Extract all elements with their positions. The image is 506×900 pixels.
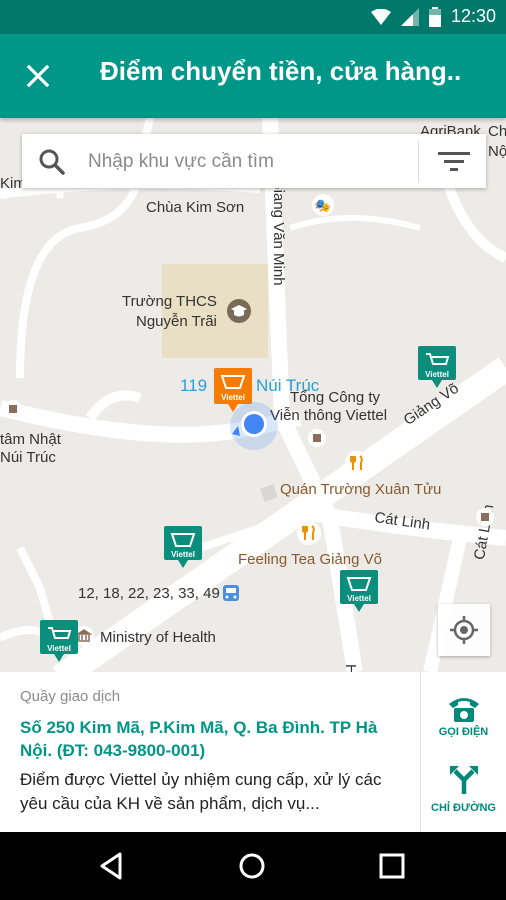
map-label-tong-cong-ty-2: Viễn thông Viettel [270,407,388,424]
status-time: 12:30 [450,6,496,26]
battery-icon [428,6,441,27]
close-button[interactable] [22,60,54,92]
map-label-quan-truong: Quán Trường Xuân Tửu [280,481,442,498]
signal-icon [400,7,419,26]
call-button[interactable]: GỌI ĐIỆN [421,672,506,750]
recents-button[interactable] [374,848,410,884]
store-info-card[interactable]: Quầy giao dịch Số 250 Kim Mã, P.Kim Mã, … [0,672,506,832]
map-label-tong-cong-ty-1: Tổng Công ty [290,389,381,406]
poi-square-icon-3[interactable] [476,508,494,526]
viettel-pin-1[interactable]: Viettel [416,344,458,397]
wifi-icon [370,8,391,25]
map-label-agribank-suffix2: Nộ [488,143,506,160]
filter-icon [438,152,470,171]
viettel-pin-2-label: Viettel [171,550,195,559]
restaurant-icon-2[interactable] [296,520,322,546]
map-label-feeling-tea: Feeling Tea Giảng Võ [238,551,382,568]
map-label-store-number: 119 [180,376,208,395]
page-title: Điểm chuyển tiền, cửa hàng.. [100,56,462,86]
current-location-marker [230,402,278,450]
close-icon [26,64,50,88]
viettel-pin-2[interactable]: Viettel [162,524,204,577]
map-label-school-line1: Trường THCS [122,293,217,310]
map-label-giang-van-minh: Giang Văn Minh [270,178,287,286]
viettel-pin-3-label: Viettel [347,594,371,603]
search-divider [418,140,419,182]
directions-icon [450,766,478,794]
map-label-school-line2: Nguyễn Trãi [136,313,217,330]
map-view[interactable]: AgriBank Chi Nộ Kim Chùa Kim Sơn Giang V… [0,118,506,672]
map-label-tam-nhat-1: tâm Nhật [0,431,61,448]
store-description: Điểm được Viettel ủy nhiệm cung cấp, xử … [20,770,382,813]
directions-label: CHỈ ĐƯỜNG [431,802,496,814]
phone-icon [449,698,479,722]
map-label-bus-routes: 12, 18, 22, 23, 33, 49 [78,585,220,602]
svg-text:🎭: 🎭 [315,199,331,214]
map-label-chua-kim-son: Chùa Kim Sơn [146,199,245,216]
viettel-pin-3[interactable]: Viettel [338,568,380,621]
filter-button[interactable] [434,146,474,176]
restaurant-icon[interactable] [344,450,370,476]
system-nav-bar [0,832,506,900]
home-icon [239,853,265,879]
map-label-ministry: Ministry of Health [100,629,216,646]
viettel-pin-4[interactable]: Viettel [38,618,80,671]
map-label-tam-nhat-2: Núi Trúc [0,449,56,466]
poi-square-icon[interactable] [4,400,22,418]
school-icon[interactable] [226,298,252,324]
poi-square-icon-2[interactable] [308,429,326,447]
my-location-icon [450,616,478,644]
home-button[interactable] [234,848,270,884]
map-label-ha: Hà [341,664,360,672]
directions-button[interactable]: CHỈ ĐƯỜNG [421,754,506,832]
back-icon [100,852,122,880]
search-icon [39,149,65,175]
theater-icon[interactable]: 🎭 [312,194,334,216]
call-label: GỌI ĐIỆN [438,726,489,738]
store-type: Quầy giao dịch [20,688,121,705]
viettel-pin-4-label: Viettel [47,644,71,653]
store-address: Số 250 Kim Mã, P.Kim Mã, Q. Ba Đình. TP … [20,718,378,760]
recents-icon [379,853,405,879]
my-location-button[interactable] [438,604,490,656]
search-bar [22,134,486,188]
back-button[interactable] [94,848,130,884]
app-bar: Điểm chuyển tiền, cửa hàng.. [0,34,506,118]
search-input[interactable] [86,142,410,182]
viettel-pin-1-label: Viettel [425,370,449,379]
map-label-agribank-suffix: Chi [488,123,506,140]
bus-stop-icon[interactable] [222,584,240,604]
status-bar: 12:30 [0,0,506,34]
